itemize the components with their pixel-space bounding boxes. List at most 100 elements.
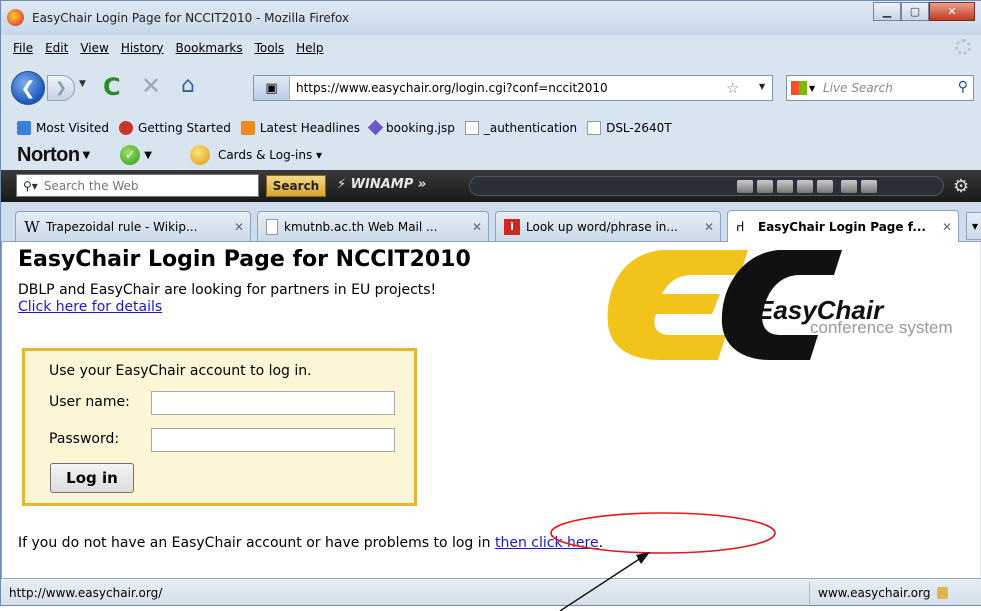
throbber-icon xyxy=(955,39,971,55)
lock-icon[interactable] xyxy=(937,587,949,599)
menu-view[interactable]: View xyxy=(80,41,108,55)
menu-file-label: File xyxy=(13,40,34,55)
menu-edit[interactable]: Edit xyxy=(45,41,68,55)
bookmark-most-visited[interactable]: Most Visited xyxy=(17,120,110,135)
history-dropdown-icon[interactable]: ▼ xyxy=(79,79,86,89)
winamp-prev-icon[interactable] xyxy=(737,180,753,193)
search-icon: ⚲▾ xyxy=(23,178,38,193)
page-title: EasyChair Login Page for NCCIT2010 xyxy=(18,247,471,272)
help-link[interactable]: then click here xyxy=(495,535,599,551)
logo-subtitle: conference system xyxy=(810,318,953,337)
search-box[interactable]: ▼ Live Search ⚲ xyxy=(786,75,974,101)
menu-view-label: View xyxy=(80,40,109,55)
gear-icon[interactable]: ⚙ xyxy=(953,176,969,197)
bookmark-star-icon[interactable]: ☆ xyxy=(726,79,739,97)
stop-icon[interactable]: ✕ xyxy=(141,72,161,100)
norton-check-icon[interactable]: ✓ xyxy=(120,145,141,165)
menu-help[interactable]: Help xyxy=(296,41,323,55)
url-text[interactable]: https://www.easychair.org/login.cgi?conf… xyxy=(296,81,608,95)
winamp-play-icon[interactable] xyxy=(777,180,793,193)
navigation-toolbar: ❮ ❯ ▼ C ✕ ⌂ ▣ https://www.easychair.org/… xyxy=(1,60,981,115)
menu-file[interactable]: File xyxy=(13,41,33,55)
forward-button[interactable]: ❯ xyxy=(47,75,75,101)
cards-logins-button[interactable]: Cards & Log-ins ▾ xyxy=(218,148,322,162)
notice-text: DBLP and EasyChair are looking for partn… xyxy=(18,282,437,298)
reload-icon[interactable]: C xyxy=(103,73,121,101)
norton-check-dropdown-icon[interactable]: ▼ xyxy=(144,150,152,161)
bookmark-authentication[interactable]: _authentication xyxy=(464,120,577,135)
page-icon xyxy=(587,120,602,135)
tab-label: Look up word/phrase in... xyxy=(526,219,678,234)
tab-close-icon[interactable]: ✕ xyxy=(942,220,952,234)
home-icon[interactable]: ⌂ xyxy=(181,73,195,98)
tab-easychair[interactable]: ⑁ EasyChair Login Page f... ✕ xyxy=(727,210,959,242)
norton-dropdown-icon[interactable]: ▼ xyxy=(83,150,91,161)
tab-webmail[interactable]: kmutnb.ac.th Web Mail ... ✕ xyxy=(257,211,489,241)
tab-trapezoidal[interactable]: W Trapezoidal rule - Wikip... ✕ xyxy=(15,211,251,241)
window-controls: ▁ ▢ ✕ xyxy=(873,2,975,21)
login-button[interactable]: Log in xyxy=(50,463,134,493)
tab-label: Trapezoidal rule - Wikip... xyxy=(46,219,198,234)
close-button[interactable]: ✕ xyxy=(929,2,975,21)
winamp-volume-icon[interactable] xyxy=(861,180,877,193)
tab-label: kmutnb.ac.th Web Mail ... xyxy=(284,219,438,234)
url-dropdown-icon[interactable]: ▼ xyxy=(759,82,765,91)
details-link[interactable]: Click here for details xyxy=(18,299,162,315)
search-engine-selector[interactable]: ▼ xyxy=(791,79,821,97)
help-sentence: If you do not have an EasyChair account … xyxy=(18,535,603,551)
site-identity-icon[interactable]: ▣ xyxy=(254,76,290,100)
winamp-pause-icon[interactable] xyxy=(797,180,813,193)
getting-started-icon xyxy=(119,120,134,135)
search-input[interactable]: Live Search xyxy=(823,81,893,95)
tab-close-icon[interactable]: ✕ xyxy=(234,220,244,234)
address-bar[interactable]: ▣ https://www.easychair.org/login.cgi?co… xyxy=(253,75,773,101)
menu-bookmarks-label: Bookmarks xyxy=(175,40,243,55)
booking-icon xyxy=(367,119,384,136)
easychair-tab-icon: ⑁ xyxy=(736,218,745,235)
menu-edit-label: Edit xyxy=(45,40,69,55)
minimize-button[interactable]: ▁ xyxy=(873,2,901,21)
norton-toolbar: Norton ▼ ✓ ▼ Cards & Log-ins ▾ xyxy=(1,140,981,170)
wikipedia-icon: W xyxy=(24,217,40,236)
winamp-rewind-icon[interactable] xyxy=(757,180,773,193)
bookmark-latest-headlines[interactable]: Latest Headlines xyxy=(240,120,360,135)
bookmark-booking[interactable]: booking.jsp xyxy=(367,119,455,136)
bookmark-getting-started[interactable]: Getting Started xyxy=(119,120,231,135)
bookmark-dsl[interactable]: DSL-2640T xyxy=(587,120,672,135)
password-label: Password: xyxy=(49,431,120,447)
tab-strip: W Trapezoidal rule - Wikip... ✕ kmutnb.a… xyxy=(1,202,981,242)
tab-close-icon[interactable]: ✕ xyxy=(704,220,714,234)
password-field[interactable] xyxy=(151,428,395,452)
username-field[interactable] xyxy=(151,391,395,415)
winamp-toolbar: ⚲▾ Search the Web Search ⚡ WINAMP » ⚙ xyxy=(1,170,981,202)
bookmarks-toolbar: Most Visited Getting Started Latest Head… xyxy=(1,115,981,140)
menu-bookmarks[interactable]: Bookmarks xyxy=(176,41,243,55)
status-bar: http://www.easychair.org/ www.easychair.… xyxy=(1,578,981,605)
winamp-eject-icon[interactable] xyxy=(841,180,857,193)
winamp-logo[interactable]: ⚡ WINAMP » xyxy=(337,177,426,192)
norton-logo[interactable]: Norton xyxy=(17,144,80,167)
web-search-input[interactable]: ⚲▾ Search the Web xyxy=(16,174,259,197)
tab-lookup[interactable]: i Look up word/phrase in... ✕ xyxy=(495,211,721,241)
back-button[interactable]: ❮ xyxy=(11,71,45,105)
page-icon xyxy=(266,218,278,235)
web-search-button[interactable]: Search xyxy=(266,175,326,197)
bookmark-label: DSL-2640T xyxy=(606,120,672,135)
menu-history[interactable]: History xyxy=(121,41,164,55)
winamp-next-icon[interactable] xyxy=(817,180,833,193)
bookmark-label: Most Visited xyxy=(36,120,110,135)
status-site[interactable]: www.easychair.org xyxy=(809,582,979,604)
maximize-button[interactable]: ▢ xyxy=(901,2,929,21)
tab-close-icon[interactable]: ✕ xyxy=(472,220,482,234)
search-icon[interactable]: ⚲ xyxy=(958,79,968,95)
most-visited-icon xyxy=(17,120,31,135)
login-intro: Use your EasyChair account to log in. xyxy=(49,363,312,379)
live-search-icon xyxy=(791,81,807,95)
username-label: User name: xyxy=(49,394,130,410)
menu-tools[interactable]: Tools xyxy=(255,41,285,55)
tab-label: EasyChair Login Page f... xyxy=(758,219,926,234)
menu-tools-label: Tools xyxy=(254,40,285,55)
help-text: If you do not have an EasyChair account … xyxy=(18,535,495,551)
status-url: http://www.easychair.org/ xyxy=(9,586,163,600)
tab-list-dropdown-icon[interactable]: ▼ xyxy=(966,212,981,240)
